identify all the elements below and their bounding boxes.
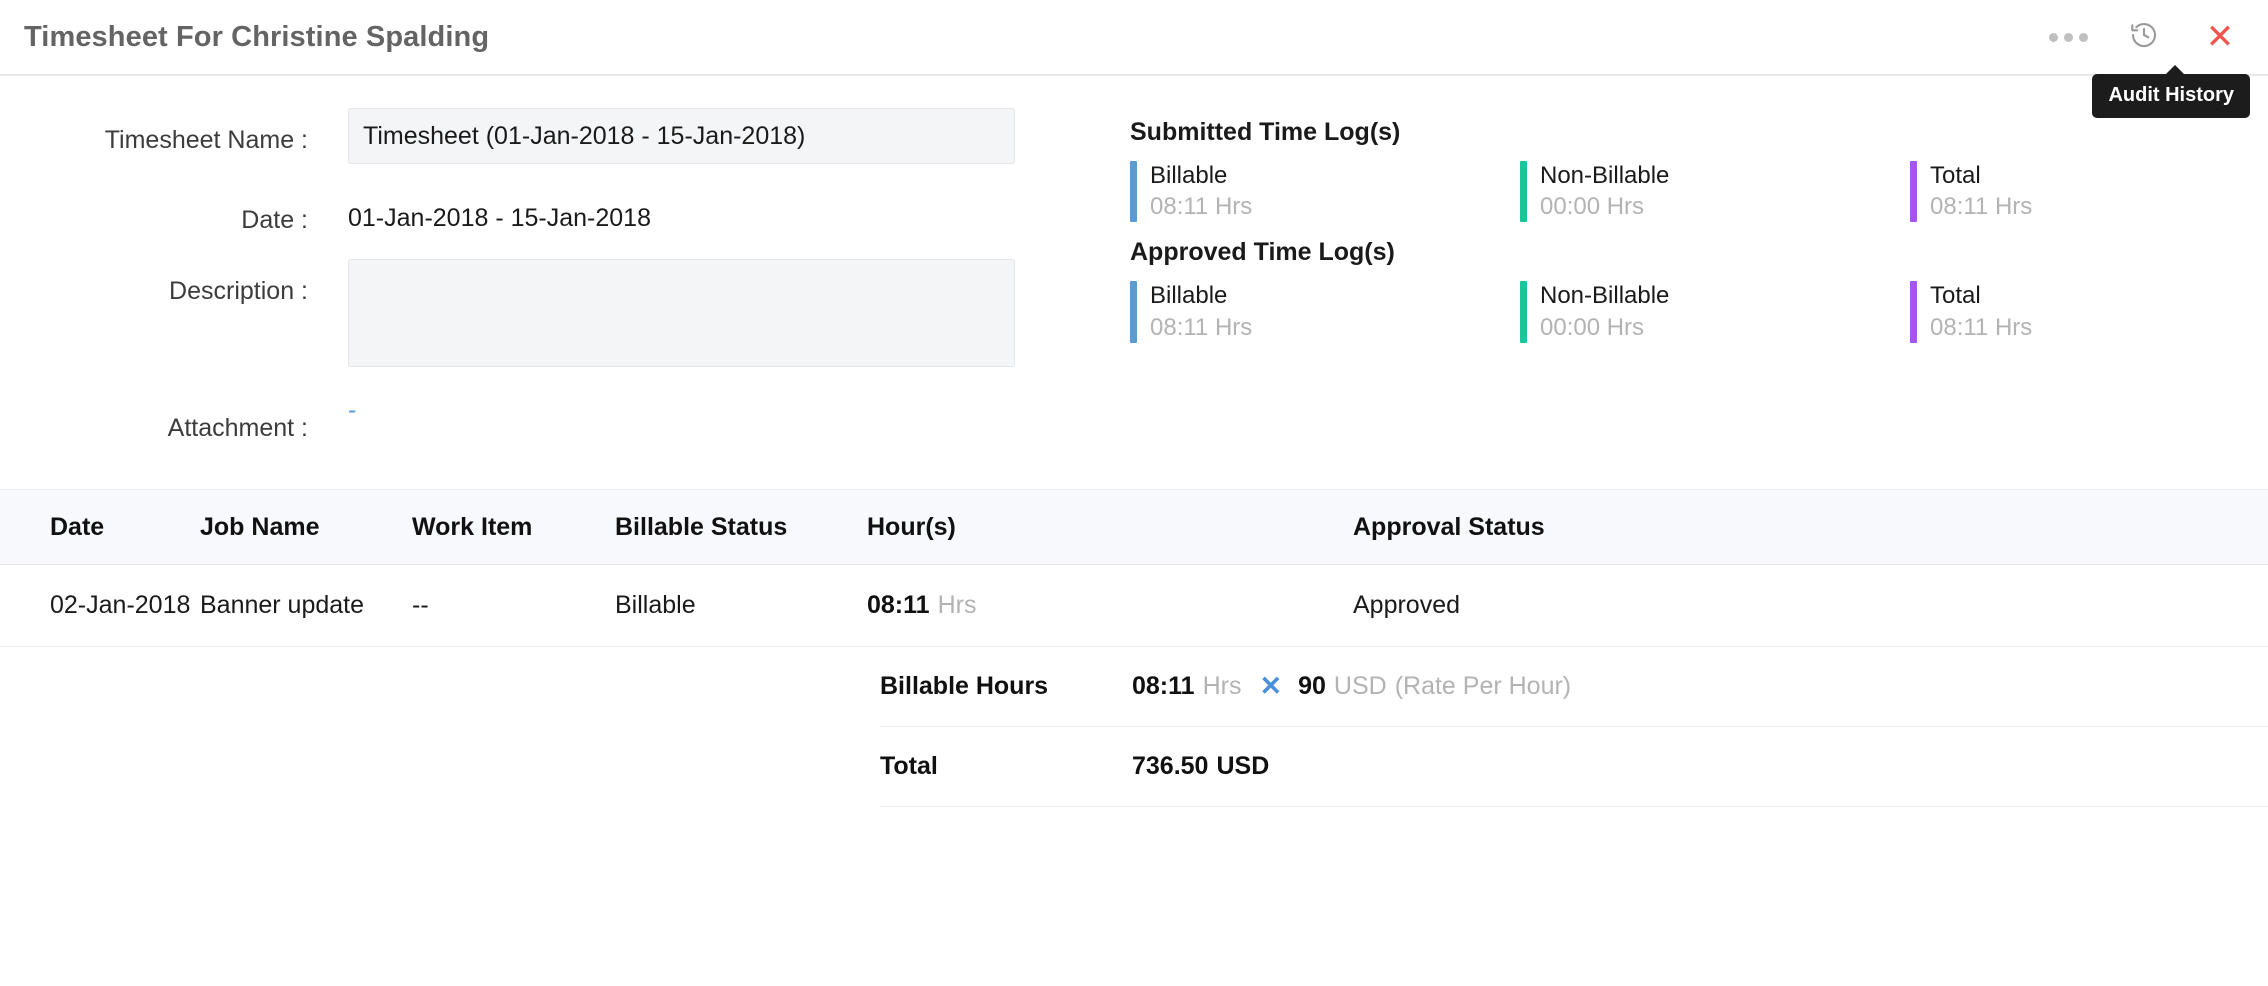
- column-header-job-name: Job Name: [200, 512, 320, 541]
- cell-hours: 08:11 Hrs: [867, 591, 1353, 620]
- cell-job-name: Banner update: [200, 591, 365, 619]
- window-titlebar: Timesheet For Christine Spalding ✕: [0, 0, 2268, 76]
- billable-accent-bar: [1130, 281, 1137, 343]
- submitted-heading: Submitted Time Log(s): [1130, 118, 1401, 146]
- card-label: Non-Billable: [1540, 162, 1670, 189]
- total-accent-bar: [1910, 281, 1917, 343]
- billable-hours-amount: 08:11: [1132, 672, 1195, 700]
- card-label: Total: [1930, 162, 1981, 189]
- time-log-summary: Submitted Time Log(s) Billable 08:11 Hrs…: [1130, 108, 2268, 467]
- cell-hours-value: 08:11: [867, 591, 930, 619]
- field-date: Date : 01-Jan-2018 - 15-Jan-2018: [0, 188, 1130, 235]
- rate-note: (Rate Per Hour): [1394, 672, 1572, 700]
- more-options-button[interactable]: [2048, 17, 2088, 57]
- timesheet-form: Timesheet Name : Date : 01-Jan-2018 - 15…: [0, 108, 1130, 467]
- total-value: 736.50 USD: [1132, 752, 1269, 781]
- card-value: 08:11 Hrs: [1930, 193, 2033, 221]
- column-header-hours: Hour(s): [867, 512, 956, 541]
- time-log-table: Date Job Name Work Item Billable Status …: [0, 489, 2268, 807]
- attachment-value[interactable]: -: [348, 382, 356, 424]
- total-amount: 736.50: [1132, 752, 1209, 780]
- card-label: Billable: [1150, 282, 1228, 310]
- main-content: Timesheet Name : Date : 01-Jan-2018 - 15…: [0, 76, 2268, 467]
- non-billable-accent-bar: [1520, 161, 1527, 223]
- description-label: Description :: [169, 277, 308, 305]
- field-description: Description :: [0, 259, 1130, 372]
- rate-currency: USD: [1333, 672, 1387, 700]
- date-label: Date :: [241, 206, 308, 234]
- submitted-time-logs: Submitted Time Log(s) Billable 08:11 Hrs…: [1130, 118, 2268, 223]
- table-row[interactable]: 02-Jan-2018 Banner update -- Billable 08…: [0, 565, 2268, 647]
- approved-total-card: Total 08:11 Hrs: [1910, 281, 2268, 343]
- cell-hours-unit: Hrs: [937, 591, 977, 619]
- column-header-date: Date: [50, 512, 105, 541]
- total-label: Total: [880, 752, 938, 780]
- approved-non-billable-card: Non-Billable 00:00 Hrs: [1520, 281, 1910, 343]
- approved-billable-card: Billable 08:11 Hrs: [1130, 281, 1520, 343]
- column-header-billable-status: Billable Status: [615, 512, 788, 541]
- total-currency: USD: [1216, 752, 1270, 780]
- cell-billable-status: Billable: [615, 591, 696, 619]
- cell-work-item: --: [412, 591, 429, 619]
- close-button[interactable]: ✕: [2200, 17, 2240, 57]
- close-icon: ✕: [2205, 17, 2235, 57]
- approved-heading: Approved Time Log(s): [1130, 238, 1395, 267]
- cell-date: 02-Jan-2018: [50, 591, 191, 619]
- billable-hours-value: 08:11 Hrs ✕ 90 USD (Rate Per Hour): [1132, 671, 1571, 702]
- field-timesheet-name: Timesheet Name :: [0, 108, 1130, 164]
- card-value: 08:11 Hrs: [1930, 313, 2033, 341]
- card-label: Billable: [1150, 162, 1228, 189]
- timesheet-name-input[interactable]: [348, 108, 1015, 164]
- billable-accent-bar: [1130, 161, 1137, 223]
- card-value: 08:11 Hrs: [1150, 313, 1253, 341]
- total-accent-bar: [1910, 161, 1917, 223]
- rate-amount: 90: [1298, 672, 1326, 700]
- billable-hours-label: Billable Hours: [880, 672, 1049, 700]
- approved-time-logs: Approved Time Log(s) Billable 08:11 Hrs …: [1130, 238, 2268, 343]
- history-clock-icon: [2129, 20, 2159, 55]
- submitted-total-card: Total 08:11 Hrs: [1910, 161, 2268, 223]
- ellipsis-icon: [2048, 32, 2088, 42]
- card-value: 00:00 Hrs: [1540, 313, 1645, 341]
- titlebar-actions: ✕: [2048, 17, 2240, 57]
- field-attachment: Attachment : -: [0, 396, 1130, 443]
- column-header-approval-status: Approval Status: [1353, 512, 1545, 541]
- card-value: 08:11 Hrs: [1150, 193, 1253, 221]
- total-row: Total 736.50 USD: [880, 727, 2268, 807]
- card-label: Total: [1930, 282, 1981, 310]
- card-value: 00:00 Hrs: [1540, 193, 1645, 221]
- audit-history-button[interactable]: [2124, 17, 2164, 57]
- date-value: 01-Jan-2018 - 15-Jan-2018: [348, 204, 651, 232]
- multiply-icon: ✕: [1259, 671, 1283, 701]
- attachment-label: Attachment :: [167, 414, 308, 442]
- billable-hours-unit: Hrs: [1202, 672, 1242, 700]
- card-label: Non-Billable: [1540, 282, 1670, 310]
- billable-hours-row: Billable Hours 08:11 Hrs ✕ 90 USD (Rate Per…: [880, 647, 2268, 727]
- submitted-non-billable-card: Non-Billable 00:00 Hrs: [1520, 161, 1910, 223]
- submitted-billable-card: Billable 08:11 Hrs: [1130, 161, 1520, 223]
- description-input[interactable]: [348, 259, 1015, 367]
- page-title: Timesheet For Christine Spalding: [24, 20, 490, 53]
- column-header-work-item: Work Item: [412, 512, 533, 541]
- cell-approval-status: Approved: [1353, 591, 1461, 619]
- table-totals: Billable Hours 08:11 Hrs ✕ 90 USD (Rate Per…: [0, 647, 2268, 807]
- table-header-row: Date Job Name Work Item Billable Status …: [0, 489, 2268, 565]
- timesheet-name-label: Timesheet Name :: [104, 126, 308, 154]
- non-billable-accent-bar: [1520, 281, 1527, 343]
- audit-history-tooltip: Audit History: [2092, 65, 2250, 118]
